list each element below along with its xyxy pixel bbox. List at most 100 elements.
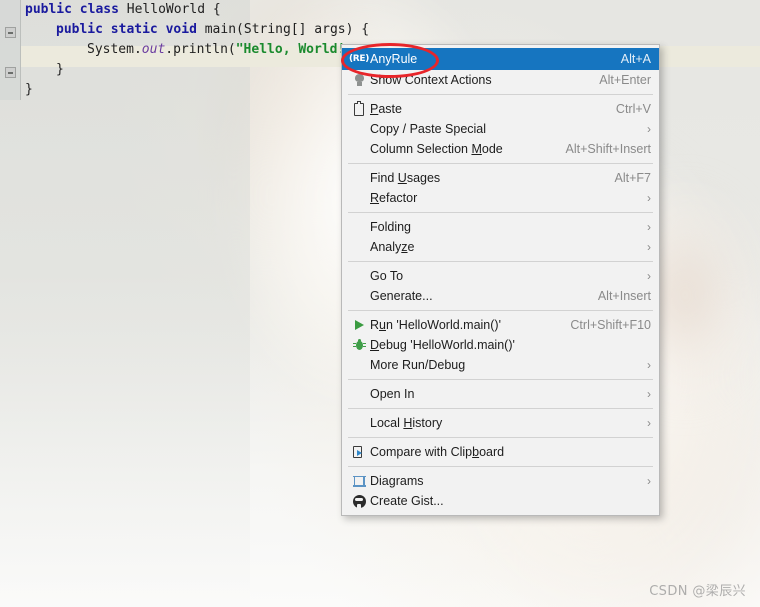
menu-item-paste[interactable]: Paste Ctrl+V <box>342 99 659 119</box>
menu-item-column-selection-mode[interactable]: Column Selection Mode Alt+Shift+Insert <box>342 139 659 159</box>
menu-item-compare-with-clipboard[interactable]: Compare with Clipboard <box>342 442 659 462</box>
menu-item-shortcut: Alt+Insert <box>597 289 651 303</box>
submenu-chevron-right-icon: › <box>647 220 651 234</box>
code-token: class <box>79 2 119 17</box>
code-token: HelloWorld { <box>118 2 221 17</box>
watermark: CSDN @梁辰兴 <box>649 584 746 599</box>
menu-item-label: Show Context Actions <box>370 73 492 87</box>
menu-icon-placeholder <box>348 140 370 158</box>
code-token: "Hello, World! <box>235 42 346 57</box>
menu-separator <box>348 94 653 95</box>
code-line: public static void main(String[] args) { <box>21 20 369 40</box>
menu-separator <box>348 466 653 467</box>
menu-item-more-run-debug[interactable]: More Run/Debug › <box>342 355 659 375</box>
menu-item-shortcut: Alt+Shift+Insert <box>565 142 651 156</box>
menu-item-label: Analyze <box>370 240 415 254</box>
menu-item-folding[interactable]: Folding › <box>342 217 659 237</box>
menu-item-create-gist[interactable]: Create Gist... <box>342 491 659 511</box>
menu-item-open-in[interactable]: Open In › <box>342 384 659 404</box>
menu-separator <box>348 408 653 409</box>
run-play-icon <box>348 316 370 334</box>
menu-icon-placeholder <box>348 414 370 432</box>
menu-icon-placeholder <box>348 189 370 207</box>
screenshot-root: public class HelloWorld { public static v… <box>0 0 760 607</box>
menu-separator <box>348 379 653 380</box>
editor-gutter[interactable] <box>0 0 21 100</box>
menu-item-label: Diagrams <box>370 474 424 488</box>
menu-item-shortcut: Ctrl+Shift+F10 <box>570 318 651 332</box>
code-token: } <box>25 82 33 97</box>
menu-item-label: Compare with Clipboard <box>370 445 505 459</box>
menu-icon-placeholder <box>348 120 370 138</box>
menu-item-label: Copy / Paste Special <box>370 122 487 136</box>
menu-item-show-context-actions[interactable]: Show Context Actions Alt+Enter <box>342 70 659 90</box>
menu-item-find-usages[interactable]: Find Usages Alt+F7 <box>342 168 659 188</box>
submenu-chevron-right-icon: › <box>647 191 651 205</box>
menu-items-container[interactable]: (RE) AnyRule Alt+A Show Context Actions Alt+… <box>342 48 659 511</box>
menu-item-debug-helloworld-main[interactable]: Debug 'HelloWorld.main()' <box>342 335 659 355</box>
submenu-chevron-right-icon: › <box>647 474 651 488</box>
menu-item-shortcut: Alt+A <box>620 52 651 66</box>
menu-icon-placeholder <box>348 385 370 403</box>
menu-separator <box>348 212 653 213</box>
code-token: static <box>110 22 158 37</box>
clipboard-icon <box>348 100 370 118</box>
menu-item-label: Column Selection Mode <box>370 142 503 156</box>
menu-item-analyze[interactable]: Analyze › <box>342 237 659 257</box>
menu-item-shortcut: Alt+F7 <box>614 171 651 185</box>
submenu-chevron-right-icon: › <box>647 269 651 283</box>
menu-item-label: Folding <box>370 220 411 234</box>
context-menu[interactable]: (RE) AnyRule Alt+A Show Context Actions Alt+… <box>341 44 660 516</box>
menu-icon-placeholder <box>348 356 370 374</box>
menu-item-diagrams[interactable]: Diagrams › <box>342 471 659 491</box>
menu-icon-placeholder <box>348 287 370 305</box>
menu-item-run-helloworld-main[interactable]: Run 'HelloWorld.main()' Ctrl+Shift+F10 <box>342 315 659 335</box>
menu-item-go-to[interactable]: Go To › <box>342 266 659 286</box>
menu-icon-placeholder <box>348 267 370 285</box>
code-token: .println( <box>165 42 236 57</box>
submenu-chevron-right-icon: › <box>647 416 651 430</box>
menu-icon-placeholder <box>348 218 370 236</box>
menu-separator <box>348 437 653 438</box>
menu-separator <box>348 310 653 311</box>
menu-item-label: Run 'HelloWorld.main()' <box>370 318 501 332</box>
code-token: System. <box>87 42 142 57</box>
diagrams-icon <box>348 472 370 490</box>
menu-item-label: Create Gist... <box>370 494 444 508</box>
fold-marker-icon[interactable] <box>5 27 16 38</box>
menu-item-refactor[interactable]: Refactor › <box>342 188 659 208</box>
menu-item-label: Local History <box>370 416 443 430</box>
menu-icon-placeholder <box>348 238 370 256</box>
menu-item-label: More Run/Debug <box>370 358 466 372</box>
anyrule-icon-text: (RE) <box>348 54 370 64</box>
menu-item-label: Debug 'HelloWorld.main()' <box>370 338 515 352</box>
submenu-chevron-right-icon: › <box>647 387 651 401</box>
menu-item-anyrule[interactable]: (RE) AnyRule Alt+A <box>342 48 659 70</box>
code-token: void <box>165 22 197 37</box>
code-token: public <box>56 22 103 37</box>
submenu-chevron-right-icon: › <box>647 122 651 136</box>
menu-item-label: Paste <box>370 102 402 116</box>
code-line: System.out.println("Hello, World! <box>21 40 345 60</box>
code-line: } <box>21 80 33 100</box>
github-icon <box>348 492 370 510</box>
menu-item-label: Find Usages <box>370 171 441 185</box>
menu-item-label: Refactor <box>370 191 418 205</box>
code-token: } <box>56 62 64 77</box>
lightbulb-icon <box>348 71 370 89</box>
menu-item-label: Go To <box>370 269 404 283</box>
submenu-chevron-right-icon: › <box>647 358 651 372</box>
debug-bug-icon <box>348 336 370 354</box>
submenu-chevron-right-icon: › <box>647 240 651 254</box>
menu-item-copy-paste-special[interactable]: Copy / Paste Special › <box>342 119 659 139</box>
code-token: out <box>141 42 166 57</box>
menu-item-label: Generate... <box>370 289 433 303</box>
anyrule-icon: (RE) <box>348 50 370 68</box>
fold-marker-icon[interactable] <box>5 67 16 78</box>
menu-item-local-history[interactable]: Local History › <box>342 413 659 433</box>
compare-clipboard-icon <box>348 443 370 461</box>
menu-item-generate[interactable]: Generate... Alt+Insert <box>342 286 659 306</box>
